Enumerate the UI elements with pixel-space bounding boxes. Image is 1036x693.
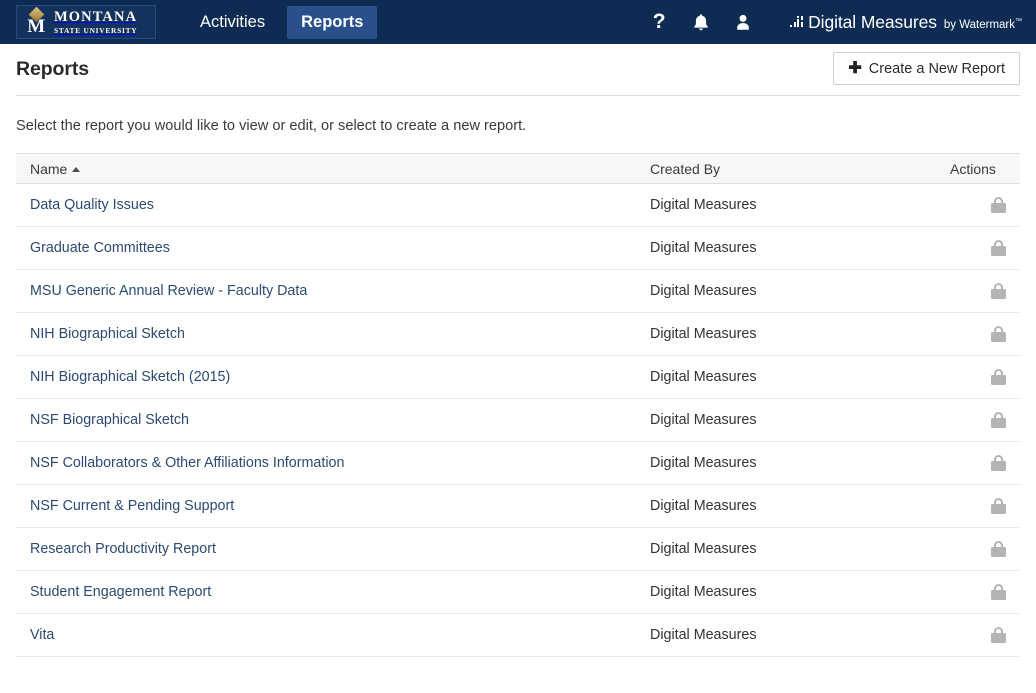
cell-report-name: NIH Biographical Sketch <box>16 312 636 356</box>
cell-report-name: Vita <box>16 613 636 657</box>
logo-line-state-university: STATE UNIVERSITY <box>54 25 138 35</box>
cell-actions <box>936 226 1020 270</box>
digital-measures-watermark-logo: Digital Measures by Watermark™ <box>790 12 1022 33</box>
table-row: NSF Collaborators & Other Affiliations I… <box>16 441 1020 485</box>
table-row: Student Engagement Report Digital Measure… <box>16 570 1020 614</box>
lock-icon <box>991 283 1006 300</box>
table-row: NIH Biographical Sketch (2015) Digital Me… <box>16 355 1020 399</box>
notifications-bell-icon[interactable] <box>680 0 722 44</box>
table-row: Data Quality Issues Digital Measures <box>16 183 1020 227</box>
cell-report-name: MSU Generic Annual Review - Faculty Data <box>16 269 636 313</box>
montana-state-university-logo[interactable]: M MONTANA STATE UNIVERSITY <box>16 5 156 39</box>
cell-actions <box>936 312 1020 356</box>
cell-created-by: Digital Measures <box>636 226 936 270</box>
table-row: Research Productivity Report Digital Meas… <box>16 527 1020 571</box>
report-name-link[interactable]: Research Productivity Report <box>30 541 216 557</box>
product-name: Digital Measures <box>808 11 937 32</box>
lock-icon <box>991 541 1006 558</box>
nav-item-reports[interactable]: Reports <box>287 5 378 39</box>
top-navigation-bar: M MONTANA STATE UNIVERSITY Activities Re… <box>0 0 1036 44</box>
cell-created-by: Digital Measures <box>636 183 936 227</box>
report-name-link[interactable]: Data Quality Issues <box>30 197 154 213</box>
cell-actions <box>936 398 1020 442</box>
plus-icon: ✚ <box>848 59 862 77</box>
column-header-actions: Actions <box>936 153 1020 184</box>
reports-table: Name Created By Actions Data Quality Iss… <box>16 153 1020 657</box>
lock-icon <box>991 498 1006 515</box>
cell-report-name: Data Quality Issues <box>16 183 636 227</box>
cell-actions <box>936 441 1020 485</box>
table-row: NSF Biographical Sketch Digital Measures <box>16 398 1020 442</box>
cell-actions <box>936 183 1020 227</box>
cell-created-by: Digital Measures <box>636 355 936 399</box>
primary-nav: Activities Reports <box>186 5 378 39</box>
user-account-icon[interactable] <box>722 0 764 44</box>
cell-actions <box>936 269 1020 313</box>
report-name-link[interactable]: NIH Biographical Sketch <box>30 326 185 342</box>
product-vendor: by Watermark™ <box>943 17 1022 31</box>
create-a-new-report-button[interactable]: ✚ Create a New Report <box>833 52 1020 85</box>
table-row: Vita Digital Measures <box>16 613 1020 657</box>
table-row: NIH Biographical Sketch Digital Measures <box>16 312 1020 356</box>
report-name-link[interactable]: NIH Biographical Sketch (2015) <box>30 369 230 385</box>
sort-ascending-icon <box>72 166 81 172</box>
cell-actions <box>936 527 1020 571</box>
digital-measures-dots-icon <box>790 15 806 29</box>
logo-line-montana: MONTANA <box>54 8 138 25</box>
cell-created-by: Digital Measures <box>636 398 936 442</box>
table-body: Data Quality Issues Digital Measures Gradu… <box>16 183 1020 657</box>
help-icon[interactable]: ? <box>638 0 680 44</box>
cell-report-name: NIH Biographical Sketch (2015) <box>16 355 636 399</box>
report-name-link[interactable]: NSF Biographical Sketch <box>30 412 189 428</box>
cell-report-name: NSF Collaborators & Other Affiliations I… <box>16 441 636 485</box>
table-header: Name Created By Actions <box>16 153 1020 184</box>
cell-created-by: Digital Measures <box>636 441 936 485</box>
report-name-link[interactable]: Graduate Committees <box>30 240 170 256</box>
cell-report-name: NSF Biographical Sketch <box>16 398 636 442</box>
lock-icon <box>991 455 1006 472</box>
reports-table-container: Name Created By Actions Data Quality Iss… <box>0 153 1036 657</box>
report-name-link[interactable]: NSF Collaborators & Other Affiliations I… <box>30 455 344 471</box>
lock-icon <box>991 326 1006 343</box>
table-row: MSU Generic Annual Review - Faculty Data… <box>16 269 1020 313</box>
cell-created-by: Digital Measures <box>636 527 936 571</box>
lock-icon <box>991 584 1006 601</box>
instruction-text: Select the report you would like to view… <box>16 118 527 134</box>
page-header: Reports ✚ Create a New Report <box>0 44 1036 95</box>
nav-right-group: ? Digital Measures by Watermark™ <box>638 0 1036 44</box>
cell-actions <box>936 570 1020 614</box>
table-row: Graduate Committees Digital Measures <box>16 226 1020 270</box>
table-header-row: Name Created By Actions <box>16 153 1020 184</box>
cell-report-name: NSF Current & Pending Support <box>16 484 636 528</box>
column-header-name[interactable]: Name <box>16 153 636 184</box>
report-name-link[interactable]: NSF Current & Pending Support <box>30 498 234 514</box>
cell-report-name: Research Productivity Report <box>16 527 636 571</box>
report-name-link[interactable]: MSU Generic Annual Review - Faculty Data <box>30 283 307 299</box>
nav-item-activities[interactable]: Activities <box>186 6 279 39</box>
cell-actions <box>936 355 1020 399</box>
table-row: NSF Current & Pending Support Digital Mea… <box>16 484 1020 528</box>
lock-icon <box>991 369 1006 386</box>
cell-actions <box>936 613 1020 657</box>
lock-icon <box>991 197 1006 214</box>
cell-report-name: Student Engagement Report <box>16 570 636 614</box>
cell-actions <box>936 484 1020 528</box>
lock-icon <box>991 412 1006 429</box>
page-title: Reports <box>16 58 89 80</box>
lock-icon <box>991 627 1006 644</box>
cell-created-by: Digital Measures <box>636 613 936 657</box>
column-header-name-label: Name <box>30 160 68 177</box>
report-name-link[interactable]: Student Engagement Report <box>30 584 211 600</box>
report-name-link[interactable]: Vita <box>30 627 54 643</box>
cell-created-by: Digital Measures <box>636 484 936 528</box>
msu-m-mark-icon: M <box>24 6 48 36</box>
cell-created-by: Digital Measures <box>636 570 936 614</box>
column-header-created-by[interactable]: Created By <box>636 153 936 184</box>
cell-report-name: Graduate Committees <box>16 226 636 270</box>
create-button-label: Create a New Report <box>868 60 1005 77</box>
cell-created-by: Digital Measures <box>636 269 936 313</box>
cell-created-by: Digital Measures <box>636 312 936 356</box>
lock-icon <box>991 240 1006 257</box>
